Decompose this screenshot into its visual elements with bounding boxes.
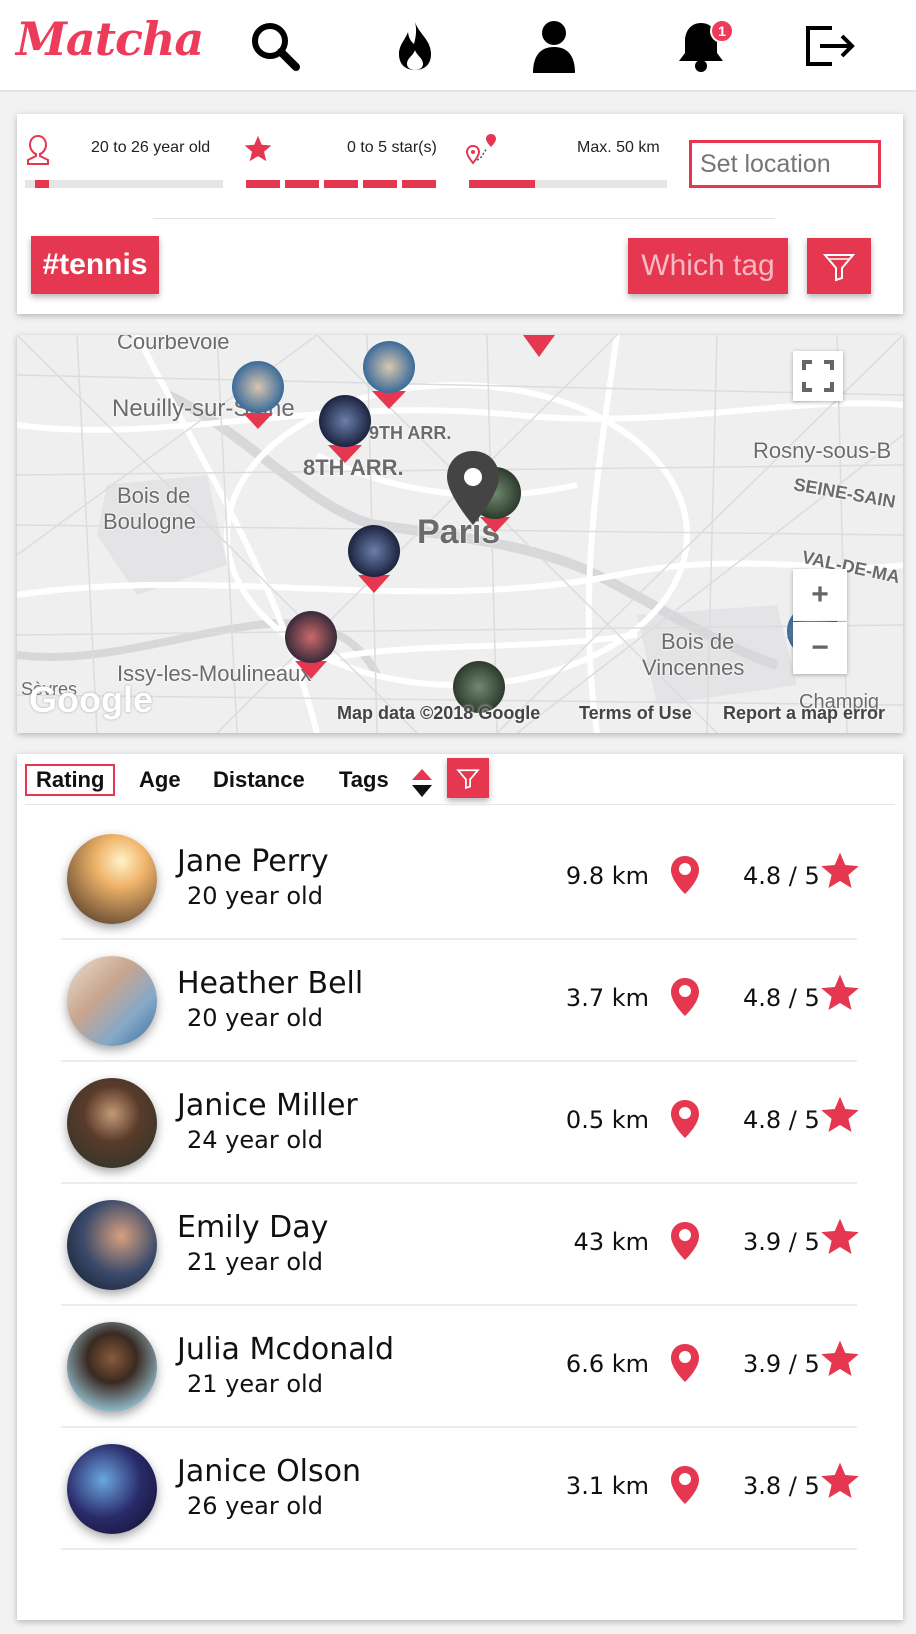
avatar[interactable] [67, 1322, 157, 1412]
sort-rating[interactable]: Rating [25, 764, 116, 796]
logout-icon[interactable] [800, 16, 860, 76]
sort-divider [25, 804, 895, 805]
sort-age[interactable]: Age [139, 764, 181, 796]
star-icon [243, 134, 273, 169]
fullscreen-icon[interactable] [793, 351, 843, 401]
filter-divider [153, 218, 775, 219]
user-name[interactable]: Heather Bell [177, 966, 363, 1001]
distance-slider[interactable] [469, 180, 667, 188]
map-marker[interactable] [348, 525, 400, 593]
star-icon [819, 850, 861, 897]
age-icon [25, 134, 51, 171]
location-pin-icon [669, 1464, 701, 1511]
apply-filter-button[interactable] [807, 238, 871, 294]
location-pin-icon [669, 976, 701, 1023]
avatar[interactable] [67, 834, 157, 924]
sort-distance[interactable]: Distance [213, 764, 305, 796]
profile-icon[interactable] [524, 16, 584, 76]
user-rating: 3.8 / 5 [743, 1472, 820, 1500]
map-marker[interactable] [363, 341, 415, 409]
notification-badge: 1 [710, 19, 734, 43]
user-name[interactable]: Janice Miller [177, 1088, 358, 1123]
map-view[interactable]: Courbevoie Neuilly-sur-Seine 9TH ARR. 8T… [17, 335, 903, 733]
user-age: 26 year old [187, 1492, 323, 1520]
google-logo: Google [29, 679, 153, 720]
bell-icon[interactable]: 1 [664, 16, 738, 76]
user-rating: 3.9 / 5 [743, 1350, 820, 1378]
filter-panel: 20 to 26 year old 0 to 5 star(s) Max. 50… [17, 114, 903, 314]
user-distance: 9.8 km [565, 862, 649, 890]
zoom-in-button[interactable]: + [793, 569, 847, 621]
user-rating: 4.8 / 5 [743, 862, 820, 890]
user-name[interactable]: Julia Mcdonald [177, 1332, 394, 1367]
star-icon [819, 972, 861, 1019]
age-range-label: 20 to 26 year old [91, 139, 211, 156]
user-name[interactable]: Emily Day [177, 1210, 328, 1245]
map-markers [232, 335, 839, 713]
user-distance: 3.7 km [565, 984, 649, 1012]
user-age: 20 year old [187, 1004, 323, 1032]
sort-order-icon[interactable] [409, 768, 435, 803]
star-icon [819, 1338, 861, 1385]
map-marker[interactable] [523, 335, 555, 357]
user-distance: 43 km [573, 1228, 649, 1256]
sort-tags[interactable]: Tags [339, 764, 389, 796]
user-age: 20 year old [187, 882, 323, 910]
age-slider-fill [35, 180, 49, 188]
location-pin-icon [669, 1098, 701, 1145]
user-rating: 4.8 / 5 [743, 984, 820, 1012]
avatar[interactable] [67, 1200, 157, 1290]
top-nav: Matcha 1 [0, 0, 916, 92]
star-icon [819, 1216, 861, 1263]
user-name[interactable]: Janice Olson [177, 1454, 361, 1489]
rating-range-label: 0 to 5 star(s) [347, 139, 437, 156]
user-row[interactable]: Emily Day 21 year old 43 km 3.9 / 5 [61, 1184, 859, 1306]
location-pin-icon [669, 1220, 701, 1267]
location-pin-icon [669, 854, 701, 901]
user-distance: 6.6 km [565, 1350, 649, 1378]
user-row[interactable]: Julia Mcdonald 21 year old 6.6 km 3.9 / 5 [61, 1306, 859, 1428]
user-distance: 3.1 km [565, 1472, 649, 1500]
distance-max-label: Max. 50 km [577, 139, 660, 156]
user-row[interactable]: Heather Bell 20 year old 3.7 km 4.8 / 5 [61, 940, 859, 1062]
star-icon [819, 1460, 861, 1507]
search-icon[interactable] [245, 16, 305, 76]
which-tag-button[interactable]: Which tag [628, 238, 788, 294]
user-age: 21 year old [187, 1370, 323, 1398]
set-location-input[interactable] [689, 140, 881, 188]
user-row[interactable]: Janice Olson 26 year old 3.1 km 3.8 / 5 [61, 1428, 859, 1550]
map-marker[interactable] [319, 395, 371, 463]
map-marker[interactable] [232, 361, 284, 429]
zoom-out-button[interactable]: − [793, 622, 847, 674]
user-distance: 0.5 km [565, 1106, 649, 1134]
funnel-icon [822, 254, 856, 282]
user-rating: 4.8 / 5 [743, 1106, 820, 1134]
user-row[interactable]: Janice Miller 24 year old 0.5 km 4.8 / 5 [61, 1062, 859, 1184]
avatar[interactable] [67, 956, 157, 1046]
star-icon [819, 1094, 861, 1141]
distance-route-icon [465, 132, 499, 171]
location-pin-icon [669, 1342, 701, 1389]
user-list-panel: Rating Age Distance Tags Jane Perry 20 ye… [17, 754, 903, 1620]
user-age: 24 year old [187, 1126, 323, 1154]
app-logo[interactable]: Matcha [16, 12, 204, 66]
tag-chip-tennis[interactable]: #tennis [31, 236, 159, 294]
rating-slider[interactable] [246, 180, 446, 188]
user-rating: 3.9 / 5 [743, 1228, 820, 1256]
map-data-attribution: Map data ©2018 Google [337, 703, 541, 723]
user-row[interactable]: Jane Perry 20 year old 9.8 km 4.8 / 5 [61, 818, 859, 940]
distance-slider-fill [469, 180, 535, 188]
age-slider[interactable] [25, 180, 223, 188]
user-age: 21 year old [187, 1248, 323, 1276]
list-filter-button[interactable] [447, 758, 489, 798]
terms-of-use-link[interactable]: Terms of Use [579, 703, 692, 724]
user-name[interactable]: Jane Perry [177, 844, 329, 879]
funnel-icon [456, 769, 480, 790]
avatar[interactable] [67, 1078, 157, 1168]
map-marker[interactable] [285, 611, 337, 679]
report-map-error-link[interactable]: Report a map error [723, 703, 885, 724]
fire-icon[interactable] [385, 16, 445, 76]
avatar[interactable] [67, 1444, 157, 1534]
